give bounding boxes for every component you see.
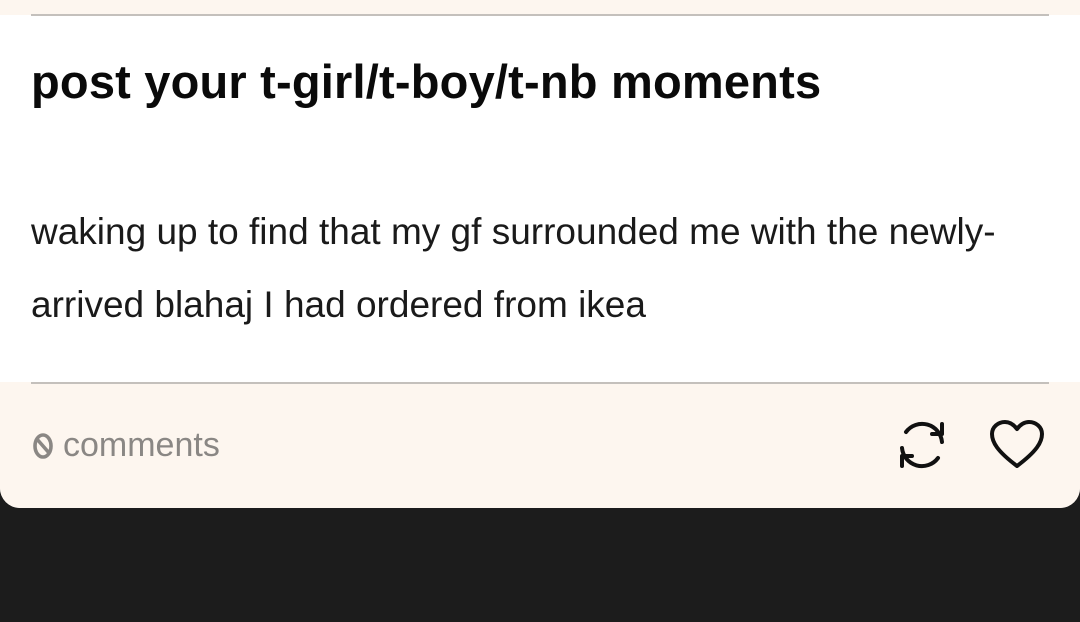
post-footer: comments xyxy=(0,382,1080,508)
post-title: post your t-girl/t-boy/t-nb moments xyxy=(31,55,822,108)
comments-label: comments xyxy=(63,426,220,464)
reblog-button[interactable] xyxy=(893,418,951,476)
previous-post-footer-strip xyxy=(0,0,1080,15)
reblog-icon xyxy=(894,417,950,478)
post-body: waking up to find that my gf surrounded … xyxy=(31,211,996,325)
comment-count-icon xyxy=(31,429,55,463)
divider xyxy=(31,382,1049,384)
like-button[interactable] xyxy=(988,418,1046,476)
divider xyxy=(31,14,1049,16)
post-card: post your t-girl/t-boy/t-nb moments waki… xyxy=(0,0,1080,508)
heart-icon xyxy=(989,419,1045,476)
comments-link[interactable]: comments xyxy=(31,426,220,465)
